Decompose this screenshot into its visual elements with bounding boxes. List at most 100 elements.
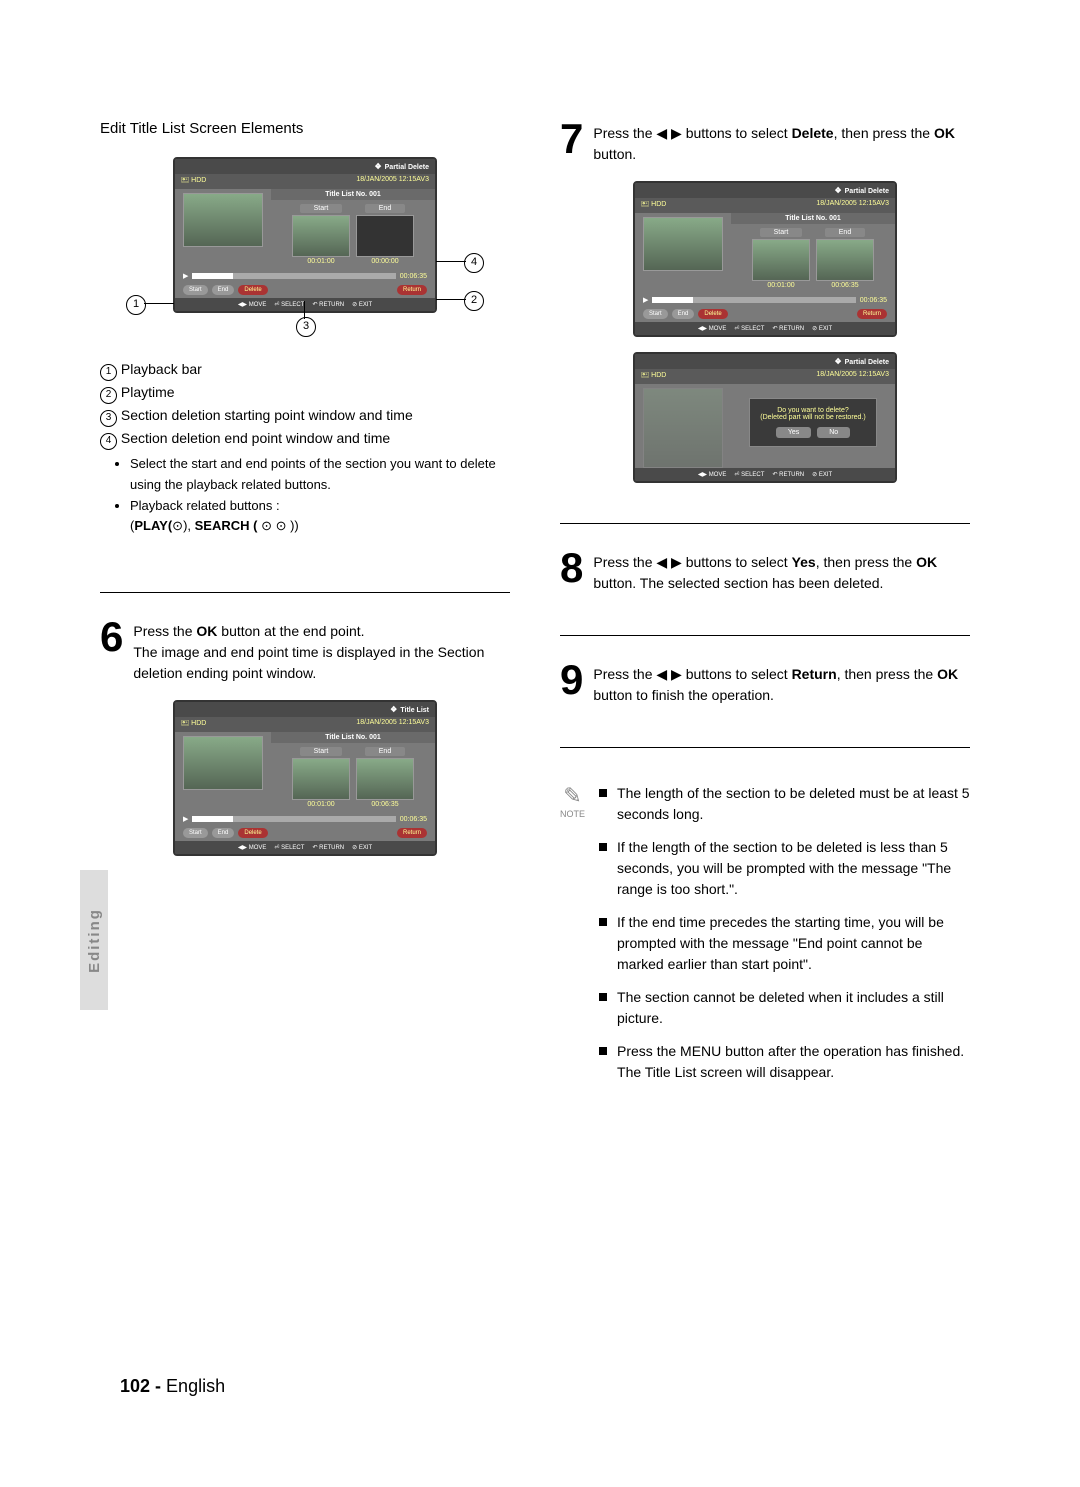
p3-title: Partial Delete <box>845 188 889 195</box>
page-lang: English <box>166 1376 225 1396</box>
p2-playtime: 00:06:35 <box>400 816 427 823</box>
p4-footer: ◀▶ MOVE ⏎ SELECT ↶ RETURN ⊘ EXIT <box>635 468 895 481</box>
p1-btn-start[interactable]: Start <box>183 285 208 295</box>
p3-end-thumb <box>816 239 874 281</box>
p4-preview <box>643 388 723 468</box>
p1-titleno: Title List No. 001 <box>271 189 435 200</box>
p3-btn-start[interactable]: Start <box>643 309 668 319</box>
p2-title: Title List <box>400 707 429 714</box>
p2-preview <box>183 736 263 790</box>
p4-header: ❖Partial Delete <box>635 354 895 369</box>
panel3-wrap: ❖Partial Delete 🖭 HDD18/JAN/2005 12:15AV… <box>560 181 970 337</box>
cl3 <box>304 301 305 319</box>
p3-btn-end[interactable]: End <box>672 309 695 319</box>
p3-thumbs: Start 00:01:00 End 00:06:35 <box>731 224 895 294</box>
step-9-num: 9 <box>560 661 583 706</box>
p1-thumbs: Start 00:01:00 End 00:00:00 <box>271 200 435 270</box>
p2-header: ❖Title List <box>175 702 435 717</box>
p1-hdd: 🖭 HDD18/JAN/2005 12:15AV3 <box>175 174 435 189</box>
legend-4: Section deletion end point window and ti… <box>121 430 390 446</box>
p4-no[interactable]: No <box>817 427 850 438</box>
p3-start-lbl: Start <box>760 228 803 237</box>
p3-header: ❖Partial Delete <box>635 183 895 198</box>
p2-btn-delete[interactable]: Delete <box>238 828 267 838</box>
pencil-icon: ✎ <box>563 783 581 809</box>
p4-title: Partial Delete <box>845 359 889 366</box>
p3-footer: ◀▶ MOVE ⏎ SELECT ↶ RETURN ⊘ EXIT <box>635 322 895 335</box>
callout-3: 3 <box>296 317 316 337</box>
p1-end-thumb <box>356 215 414 257</box>
page-num-val: 102 - <box>120 1376 161 1396</box>
note-3: If the end time precedes the starting ti… <box>617 912 970 975</box>
bullet-icon <box>599 918 607 926</box>
p1-btn-return[interactable]: Return <box>397 285 427 295</box>
p3-hdd: 🖭 HDD18/JAN/2005 12:15AV3 <box>635 198 895 213</box>
p1-header: ❖Partial Delete <box>175 159 435 174</box>
p2-start-lbl: Start <box>300 747 343 756</box>
panel-3: ❖Partial Delete 🖭 HDD18/JAN/2005 12:15AV… <box>633 181 897 337</box>
divider-r3 <box>560 747 970 748</box>
step-6-num: 6 <box>100 618 123 684</box>
p2-playbar: ▶ 00:06:35 <box>175 813 435 825</box>
step-7-num: 7 <box>560 120 583 165</box>
p4-dlg-l2: (Deleted part will not be restored.) <box>758 414 868 421</box>
p1-start-thumb <box>292 215 350 257</box>
panel-4: ❖Partial Delete 🖭 HDD18/JAN/2005 12:15AV… <box>633 352 897 483</box>
p3-preview <box>643 217 723 271</box>
step-7: 7 Press the ◀ ▶ buttons to select Delete… <box>560 120 970 165</box>
p2-end-thumb <box>356 758 414 800</box>
p1-playtime: 00:06:35 <box>400 273 427 280</box>
heading-left: Edit Title List Screen Elements <box>100 120 510 137</box>
p4-dlg-l1: Do you want to delete? <box>758 407 868 414</box>
cl2 <box>436 299 466 300</box>
p3-end-time: 00:06:35 <box>831 281 858 290</box>
legend: 1 Playback bar 2 Playtime 3 Section dele… <box>100 358 510 537</box>
panel-2: ❖Title List 🖭 HDD18/JAN/2005 12:15AV3 Ti… <box>173 700 437 856</box>
divider-r2 <box>560 635 970 636</box>
p1-end-lbl: End <box>365 204 405 213</box>
p3-btn-delete[interactable]: Delete <box>698 309 727 319</box>
bullet-icon <box>599 993 607 1001</box>
p2-end-lbl: End <box>365 747 405 756</box>
step-6: 6 Press the OK button at the end point. … <box>100 618 510 684</box>
p1-btn-delete[interactable]: Delete <box>238 285 267 295</box>
p3-start-thumb <box>752 239 810 281</box>
step-9: 9 Press the ◀ ▶ buttons to select Return… <box>560 661 970 706</box>
p1-playbar: ▶ 00:06:35 <box>175 270 435 282</box>
cl1 <box>144 303 174 304</box>
callout-4: 4 <box>464 253 484 273</box>
callout-1: 1 <box>126 295 146 315</box>
p2-thumbs: Start 00:01:00 End 00:06:35 <box>271 743 435 813</box>
p1-preview <box>183 193 263 247</box>
bullet-icon <box>599 789 607 797</box>
note-label: NOTE <box>560 809 585 819</box>
p4-dialog: Do you want to delete? (Deleted part wil… <box>749 398 877 447</box>
p2-btn-start[interactable]: Start <box>183 828 208 838</box>
p2-btn-return[interactable]: Return <box>397 828 427 838</box>
bullet-icon <box>599 843 607 851</box>
legend-2: Playtime <box>121 384 175 400</box>
p1-btn-end[interactable]: End <box>212 285 235 295</box>
p4-hdd: 🖭 HDD18/JAN/2005 12:15AV3 <box>635 369 895 384</box>
p2-btn-end[interactable]: End <box>212 828 235 838</box>
step-9-text: Press the ◀ ▶ buttons to select Return, … <box>593 661 970 706</box>
p1-title: Partial Delete <box>385 164 429 171</box>
p2-btnrow: Start End Delete Return <box>175 825 435 841</box>
panel2-wrap: ❖Title List 🖭 HDD18/JAN/2005 12:15AV3 Ti… <box>100 700 510 856</box>
page-number: 102 - English <box>120 1376 225 1397</box>
legend-3: Section deletion starting point window a… <box>121 407 413 423</box>
step-8-text: Press the ◀ ▶ buttons to select Yes, the… <box>593 549 970 594</box>
p3-btn-return[interactable]: Return <box>857 309 887 319</box>
p2-end-time: 00:06:35 <box>371 800 398 809</box>
p4-yes[interactable]: Yes <box>776 427 811 438</box>
p3-btnrow: Start End Delete Return <box>635 306 895 322</box>
p3-start-time: 00:01:00 <box>767 281 794 290</box>
note-5: Press the MENU button after the operatio… <box>617 1041 964 1083</box>
legend-b1: Select the start and end points of the s… <box>130 454 510 496</box>
side-tab: Editing <box>80 870 108 1010</box>
side-tab-label: Editing <box>86 908 103 973</box>
panel4-wrap: ❖Partial Delete 🖭 HDD18/JAN/2005 12:15AV… <box>560 352 970 483</box>
cl4 <box>436 261 466 262</box>
note-1: The length of the section to be deleted … <box>617 783 970 825</box>
page: Edit Title List Screen Elements 1 2 3 4 … <box>0 0 1080 1135</box>
